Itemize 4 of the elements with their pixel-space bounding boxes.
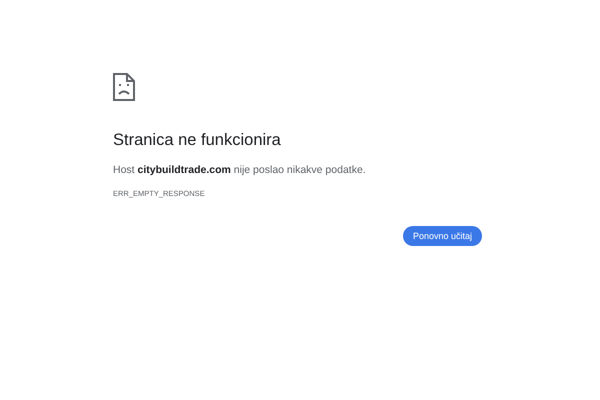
error-message: Host citybuildtrade.com nije poslao nikakve podatke. — [113, 163, 367, 177]
error-title: Stranica ne funkcionira — [113, 130, 282, 150]
sad-page-icon — [113, 73, 135, 101]
reload-button[interactable]: Ponovno učitaj — [402, 226, 482, 246]
